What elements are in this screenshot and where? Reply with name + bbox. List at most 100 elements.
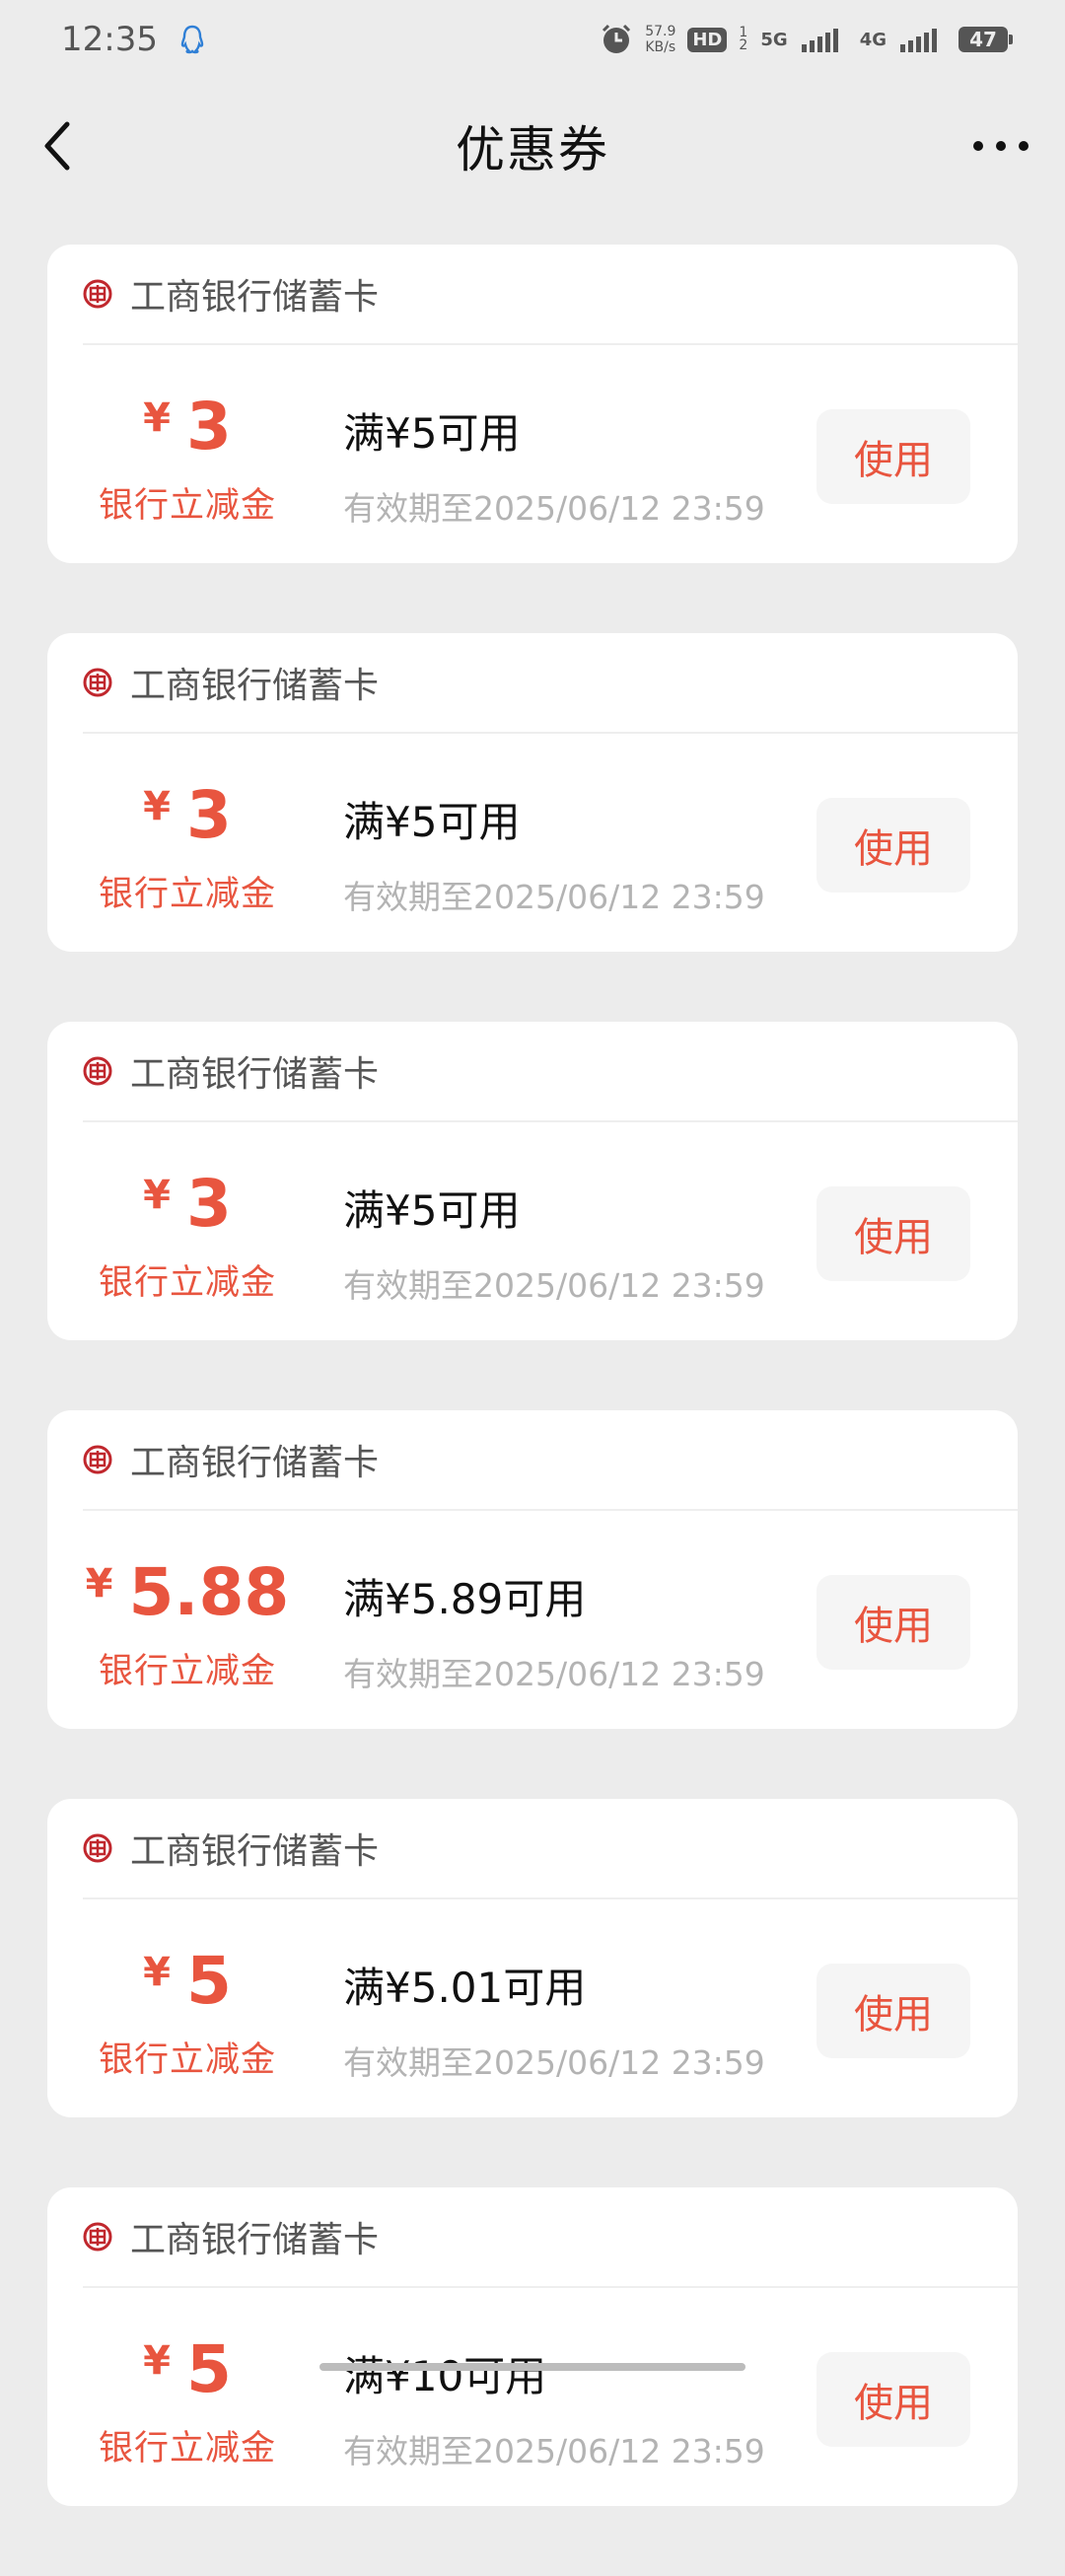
coupon-amount: ¥ 5 bbox=[143, 2337, 232, 2402]
network-speed: 57.9 KB/s bbox=[645, 24, 675, 55]
bank-name: 工商银行储蓄卡 bbox=[130, 1443, 380, 1483]
coupon-expiry: 有效期至2025/06/12 23:59 bbox=[343, 1266, 765, 1305]
amount-label: 银行立减金 bbox=[98, 875, 276, 914]
coupon-header: 工商银行储蓄卡 bbox=[83, 1022, 1018, 1122]
currency-symbol: ¥ bbox=[143, 2338, 171, 2384]
coupon-header: 工商银行储蓄卡 bbox=[83, 2187, 1018, 2288]
coupon-amount: ¥ 3 bbox=[143, 1172, 232, 1237]
use-button[interactable]: 使用 bbox=[816, 409, 970, 504]
coupon-body: ¥ 3 银行立减金 满¥5可用 有效期至2025/06/12 23:59 使用 bbox=[47, 734, 1018, 952]
page-title: 优惠券 bbox=[456, 121, 609, 179]
more-options-icon[interactable] bbox=[966, 116, 1035, 176]
bank-name: 工商银行储蓄卡 bbox=[130, 1831, 380, 1872]
coupon-info: 满¥5可用 有效期至2025/06/12 23:59 bbox=[343, 400, 765, 530]
coupon-info: 满¥5.01可用 有效期至2025/06/12 23:59 bbox=[343, 1955, 765, 2084]
amount-label: 银行立减金 bbox=[98, 486, 276, 526]
currency-symbol: ¥ bbox=[143, 395, 171, 441]
coupon-amount-block: ¥ 5 银行立减金 bbox=[47, 1949, 327, 2082]
amount-label: 银行立减金 bbox=[98, 1263, 276, 1303]
coupon-expiry: 有效期至2025/06/12 23:59 bbox=[343, 2043, 765, 2082]
coupon-info: 满¥5可用 有效期至2025/06/12 23:59 bbox=[343, 1178, 765, 1307]
coupon-expiry: 有效期至2025/06/12 23:59 bbox=[343, 1655, 765, 1693]
coupon-amount: ¥ 3 bbox=[143, 783, 232, 848]
status-bar: 12:35 57.9 KB/s HD 1 2 5G 4G 47 bbox=[0, 0, 1065, 79]
alarm-clock-icon bbox=[603, 24, 631, 53]
use-button[interactable]: 使用 bbox=[816, 2352, 970, 2447]
signal-icon-2 bbox=[900, 27, 937, 52]
coupon-threshold: 满¥5.01可用 bbox=[343, 1964, 587, 2012]
bank-name: 工商银行储蓄卡 bbox=[130, 1054, 380, 1095]
home-indicator[interactable] bbox=[320, 2363, 746, 2371]
icbc-logo-icon bbox=[83, 1056, 112, 1086]
coupon-header: 工商银行储蓄卡 bbox=[83, 1799, 1018, 1899]
coupon-threshold: 满¥5.89可用 bbox=[343, 1575, 587, 1623]
bank-name: 工商银行储蓄卡 bbox=[130, 666, 380, 706]
network-type-2: 4G bbox=[859, 29, 887, 50]
coupon-expiry: 有效期至2025/06/12 23:59 bbox=[343, 489, 765, 528]
coupon-threshold: 满¥5可用 bbox=[343, 409, 521, 458]
use-button[interactable]: 使用 bbox=[816, 1575, 970, 1670]
amount-value: 3 bbox=[185, 777, 232, 853]
coupon-body: ¥ 5.88 银行立减金 满¥5.89可用 有效期至2025/06/12 23:… bbox=[47, 1511, 1018, 1729]
coupon-amount: ¥ 3 bbox=[143, 394, 232, 460]
signal-icon-1 bbox=[801, 27, 838, 52]
coupon-expiry: 有效期至2025/06/12 23:59 bbox=[343, 878, 765, 916]
network-type-1: 5G bbox=[760, 29, 788, 50]
coupon-card: 工商银行储蓄卡 ¥ 5 银行立减金 满¥5.01可用 有效期至2025/06/1… bbox=[47, 1799, 1018, 2117]
coupon-card: 工商银行储蓄卡 ¥ 3 银行立减金 满¥5可用 有效期至2025/06/12 2… bbox=[47, 245, 1018, 563]
status-time: 12:35 bbox=[61, 20, 158, 59]
coupon-amount-block: ¥ 3 银行立减金 bbox=[47, 1172, 327, 1305]
bank-name: 工商银行储蓄卡 bbox=[130, 2220, 380, 2260]
network-speed-unit: KB/s bbox=[645, 39, 676, 55]
icbc-logo-icon bbox=[83, 668, 112, 697]
amount-value: 5 bbox=[185, 1943, 232, 2019]
qq-icon bbox=[180, 25, 204, 54]
coupon-list: 工商银行储蓄卡 ¥ 3 银行立减金 满¥5可用 有效期至2025/06/12 2… bbox=[47, 245, 1018, 2576]
coupon-expiry: 有效期至2025/06/12 23:59 bbox=[343, 2432, 765, 2470]
icbc-logo-icon bbox=[83, 1445, 112, 1474]
battery-icon: 47 bbox=[958, 27, 1013, 52]
currency-symbol: ¥ bbox=[85, 1561, 113, 1607]
hd-sub: 1 2 bbox=[739, 25, 748, 53]
currency-symbol: ¥ bbox=[143, 1173, 171, 1218]
coupon-threshold: 满¥10可用 bbox=[343, 2352, 547, 2400]
icbc-logo-icon bbox=[83, 2222, 112, 2252]
coupon-amount-block: ¥ 3 银行立减金 bbox=[47, 783, 327, 916]
amount-value: 5 bbox=[185, 2331, 232, 2407]
icbc-logo-icon bbox=[83, 279, 112, 309]
coupon-header: 工商银行储蓄卡 bbox=[83, 1410, 1018, 1511]
coupon-amount: ¥ 5.88 bbox=[86, 1560, 290, 1625]
back-arrow-icon[interactable] bbox=[37, 116, 97, 176]
status-left: 12:35 bbox=[61, 20, 205, 59]
coupon-amount-block: ¥ 5 银行立减金 bbox=[47, 2337, 327, 2470]
coupon-card: 工商银行储蓄卡 ¥ 3 银行立减金 满¥5可用 有效期至2025/06/12 2… bbox=[47, 1022, 1018, 1340]
coupon-header: 工商银行储蓄卡 bbox=[83, 633, 1018, 734]
coupon-card: 工商银行储蓄卡 ¥ 3 银行立减金 满¥5可用 有效期至2025/06/12 2… bbox=[47, 633, 1018, 952]
currency-symbol: ¥ bbox=[143, 784, 171, 829]
hd-badge: HD bbox=[687, 27, 728, 52]
coupon-amount-block: ¥ 5.88 银行立减金 bbox=[47, 1560, 327, 1693]
icbc-logo-icon bbox=[83, 1833, 112, 1863]
coupon-header: 工商银行储蓄卡 bbox=[83, 245, 1018, 345]
amount-label: 银行立减金 bbox=[98, 1652, 276, 1691]
coupon-body: ¥ 3 银行立减金 满¥5可用 有效期至2025/06/12 23:59 使用 bbox=[47, 1122, 1018, 1340]
coupon-body: ¥ 5 银行立减金 满¥5.01可用 有效期至2025/06/12 23:59 … bbox=[47, 1899, 1018, 2117]
amount-value: 5.88 bbox=[128, 1554, 290, 1630]
coupon-info: 满¥5可用 有效期至2025/06/12 23:59 bbox=[343, 789, 765, 918]
network-speed-value: 57.9 bbox=[645, 24, 676, 39]
bank-name: 工商银行储蓄卡 bbox=[130, 277, 380, 318]
coupon-body: ¥ 3 银行立减金 满¥5可用 有效期至2025/06/12 23:59 使用 bbox=[47, 345, 1018, 563]
amount-value: 3 bbox=[185, 1166, 232, 1242]
use-button[interactable]: 使用 bbox=[816, 1186, 970, 1281]
amount-label: 银行立减金 bbox=[98, 2040, 276, 2080]
currency-symbol: ¥ bbox=[143, 1950, 171, 1995]
nav-bar: 优惠券 bbox=[0, 87, 1065, 205]
coupon-amount: ¥ 5 bbox=[143, 1949, 232, 2014]
battery-level: 47 bbox=[969, 28, 997, 51]
coupon-card: 工商银行储蓄卡 ¥ 5 银行立减金 满¥10可用 有效期至2025/06/12 … bbox=[47, 2187, 1018, 2506]
use-button[interactable]: 使用 bbox=[816, 798, 970, 893]
coupon-amount-block: ¥ 3 银行立减金 bbox=[47, 394, 327, 528]
amount-label: 银行立减金 bbox=[98, 2429, 276, 2469]
coupon-body: ¥ 5 银行立减金 满¥10可用 有效期至2025/06/12 23:59 使用 bbox=[47, 2288, 1018, 2506]
use-button[interactable]: 使用 bbox=[816, 1964, 970, 2058]
